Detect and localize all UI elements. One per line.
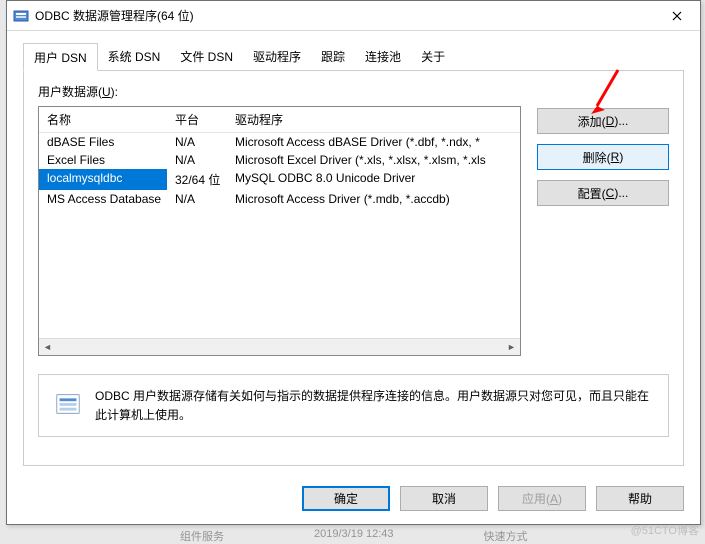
col-platform[interactable]: 平台 [167,107,227,132]
info-text: ODBC 用户数据源存储有关如何与指示的数据提供程序连接的信息。用户数据源只对您… [95,387,654,424]
cell-driver: Microsoft Access Driver (*.mdb, *.accdb) [227,190,520,208]
dialog-buttons: 确定 取消 应用(A) 帮助 [7,476,700,524]
tab-3[interactable]: 驱动程序 [243,43,311,70]
table-row[interactable]: dBASE FilesN/AMicrosoft Access dBASE Dri… [39,133,520,151]
table-row[interactable]: Excel FilesN/AMicrosoft Excel Driver (*.… [39,151,520,169]
tab-4[interactable]: 跟踪 [311,43,355,70]
cancel-button[interactable]: 取消 [400,486,488,511]
tab-6[interactable]: 关于 [411,43,455,70]
tab-body-user-dsn: 用户数据源(U): 名称 平台 驱动程序 dBASE FilesN/AMicro… [23,71,684,466]
tab-1[interactable]: 系统 DSN [98,43,171,70]
cell-driver: MySQL ODBC 8.0 Unicode Driver [227,169,520,190]
ok-button[interactable]: 确定 [302,486,390,511]
h-scrollbar[interactable]: ◄ ► [39,338,520,355]
cell-name: dBASE Files [39,133,167,151]
user-dsn-label: 用户数据源(U): [38,83,669,100]
cell-platform: N/A [167,133,227,151]
app-icon [13,8,29,24]
datasource-icon [53,389,83,419]
list-header[interactable]: 名称 平台 驱动程序 [39,107,520,133]
table-row[interactable]: localmysqldbc32/64 位MySQL ODBC 8.0 Unico… [39,169,520,190]
dsn-listview[interactable]: 名称 平台 驱动程序 dBASE FilesN/AMicrosoft Acces… [38,106,521,356]
close-button[interactable] [654,1,700,30]
remove-button[interactable]: 删除(R) [537,144,669,170]
cell-driver: Microsoft Excel Driver (*.xls, *.xlsx, *… [227,151,520,169]
close-icon [672,11,682,21]
scroll-left-button[interactable]: ◄ [39,339,56,355]
side-buttons: 添加(D)... 删除(R) 配置(C)... [537,106,669,356]
cell-driver: Microsoft Access dBASE Driver (*.dbf, *.… [227,133,520,151]
help-button[interactable]: 帮助 [596,486,684,511]
bg-time: 2019/3/19 12:43 [314,528,394,544]
window-title: ODBC 数据源管理程序(64 位) [35,7,654,24]
client-area: 用户 DSN系统 DSN文件 DSN驱动程序跟踪连接池关于 用户数据源(U): … [7,31,700,476]
cell-platform: 32/64 位 [167,169,227,190]
titlebar[interactable]: ODBC 数据源管理程序(64 位) [7,1,700,31]
tab-0[interactable]: 用户 DSN [23,43,98,71]
add-button[interactable]: 添加(D)... [537,108,669,134]
cell-name: Excel Files [39,151,167,169]
bg-mode: 快速方式 [484,528,528,544]
apply-button[interactable]: 应用(A) [498,486,586,511]
col-driver[interactable]: 驱动程序 [227,107,520,132]
watermark: @51CTO博客 [631,522,699,538]
cell-platform: N/A [167,151,227,169]
configure-button[interactable]: 配置(C)... [537,180,669,206]
table-row[interactable]: MS Access DatabaseN/AMicrosoft Access Dr… [39,190,520,208]
background-fragments: 组件服务 2019/3/19 12:43 快速方式 [180,528,528,544]
odbc-admin-window: ODBC 数据源管理程序(64 位) 用户 DSN系统 DSN文件 DSN驱动程… [6,0,701,525]
cell-name: localmysqldbc [39,169,167,190]
info-box: ODBC 用户数据源存储有关如何与指示的数据提供程序连接的信息。用户数据源只对您… [38,374,669,437]
tab-2[interactable]: 文件 DSN [170,43,243,70]
tab-5[interactable]: 连接池 [355,43,411,70]
col-name[interactable]: 名称 [39,107,167,132]
scroll-right-button[interactable]: ► [503,339,520,355]
tabstrip: 用户 DSN系统 DSN文件 DSN驱动程序跟踪连接池关于 [23,43,684,71]
cell-name: MS Access Database [39,190,167,208]
bg-svc: 组件服务 [180,528,224,544]
cell-platform: N/A [167,190,227,208]
